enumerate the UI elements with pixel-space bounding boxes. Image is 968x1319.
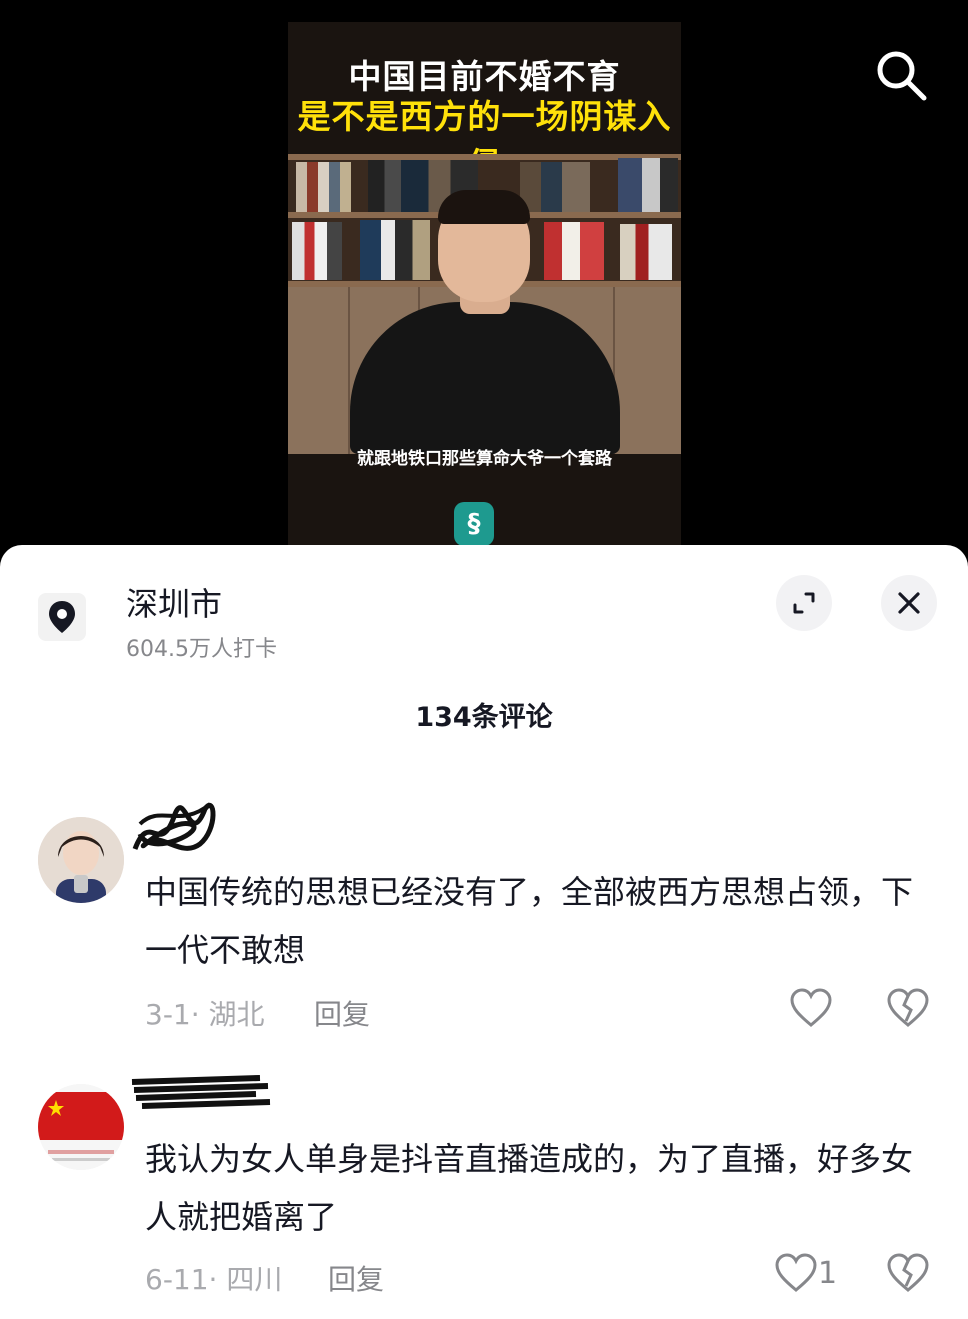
like-count: 1	[818, 1256, 838, 1291]
comment-count: 134条评论	[415, 702, 553, 733]
heart-icon[interactable]	[789, 987, 833, 1031]
avatar[interactable]	[38, 817, 124, 903]
redacted-username	[131, 1075, 271, 1109]
comment-meta: 6-11· 四川	[145, 1263, 283, 1296]
redacted-username	[132, 802, 216, 851]
location-checkins: 604.5万人打卡	[126, 637, 277, 662]
comment-text: 我认为女人单身是抖音直播造成的，为了直播，好多女人就把婚离了	[145, 1140, 914, 1236]
close-icon	[898, 592, 920, 614]
broken-heart-icon[interactable]	[886, 1252, 930, 1296]
video-frame[interactable]: 中国目前不婚不育 是不是西方的一场阴谋入侵	[288, 22, 681, 562]
expand-button[interactable]	[776, 575, 832, 631]
video-player[interactable]: 中国目前不婚不育 是不是西方的一场阴谋入侵	[0, 0, 968, 562]
video-subtitle: 就跟地铁口那些算命大爷一个套路	[357, 449, 612, 469]
video-scene	[288, 154, 681, 454]
search-icon[interactable]	[872, 46, 930, 104]
expand-icon	[793, 592, 815, 614]
heart-icon[interactable]	[774, 1252, 818, 1296]
location-pin-icon	[38, 593, 86, 641]
location-name[interactable]: 深圳市	[126, 579, 222, 625]
reply-button[interactable]: 回复	[314, 993, 370, 1033]
broken-heart-icon[interactable]	[886, 987, 930, 1031]
close-button[interactable]	[881, 575, 937, 631]
comment-text: 中国传统的思想已经没有了，全部被西方思想占领，下一代不敢想	[145, 873, 914, 969]
comment-meta: 3-1· 湖北	[145, 998, 265, 1031]
avatar[interactable]	[38, 1084, 124, 1170]
channel-logo: §	[454, 502, 494, 546]
comments-sheet: 深圳市 604.5万人打卡 134条评论 中国传统的思想已经没有了，全部被西方思…	[0, 545, 968, 1319]
reply-button[interactable]: 回复	[328, 1258, 384, 1298]
